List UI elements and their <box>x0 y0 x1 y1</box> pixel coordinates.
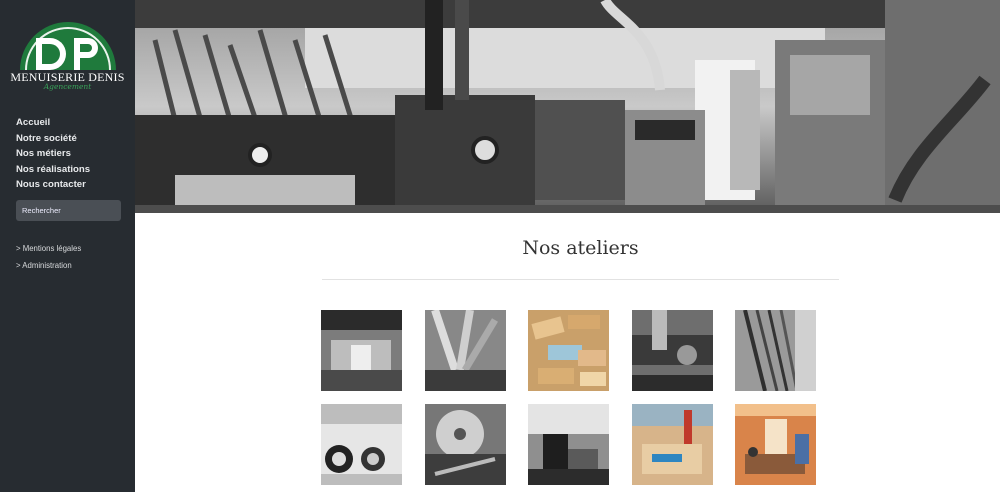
machine-rollers-photo <box>321 404 402 485</box>
workshop-hall-photo <box>321 310 402 391</box>
sidebar: MENUISERIE DENIS Agencement Accueil Notr… <box>0 0 135 492</box>
legal-item-mentions: > Mentions légales <box>16 238 81 255</box>
nav-item-contact: Nous contacter <box>16 174 90 190</box>
machine-closeup-photo <box>632 310 713 391</box>
nav-item-metiers: Nos métiers <box>16 143 90 159</box>
saw-blade-photo <box>425 404 506 485</box>
gallery-thumb-4[interactable] <box>632 310 713 391</box>
gallery-thumb-2[interactable] <box>425 310 506 391</box>
gallery-thumb-6[interactable] <box>321 404 402 485</box>
nav-item-accueil: Accueil <box>16 112 90 128</box>
gallery-thumb-8[interactable] <box>528 404 609 485</box>
mentions-legales-link[interactable]: > Mentions légales <box>16 244 81 253</box>
gallery-thumb-5[interactable] <box>735 310 816 391</box>
lumber-rack-photo <box>735 310 816 391</box>
gallery-thumb-7[interactable] <box>425 404 506 485</box>
workbench-clamps-photo <box>632 404 713 485</box>
search-placeholder: Rechercher <box>22 206 61 215</box>
title-divider <box>322 279 839 280</box>
nav-item-realisations: Nos réalisations <box>16 159 90 175</box>
router-machine-photo <box>528 404 609 485</box>
nav-link-metiers[interactable]: Nos métiers <box>16 148 71 159</box>
administration-link[interactable]: > Administration <box>16 261 72 270</box>
gallery-thumb-9[interactable] <box>632 404 713 485</box>
workshop-banner-photo <box>135 0 1000 213</box>
logo-emblem-icon <box>20 22 116 71</box>
page-title: Nos ateliers <box>522 237 639 259</box>
wood-blocks-photo <box>528 310 609 391</box>
nav-link-societe[interactable]: Notre société <box>16 133 77 144</box>
brand-tagline: Agencement <box>43 82 92 91</box>
main-nav: Accueil Notre société Nos métiers Nos ré… <box>16 112 90 190</box>
gallery-thumb-1[interactable] <box>321 310 402 391</box>
nav-link-realisations[interactable]: Nos réalisations <box>16 164 90 175</box>
legal-item-admin: > Administration <box>16 255 81 272</box>
nav-item-societe: Notre société <box>16 128 90 144</box>
search-input[interactable]: Rechercher <box>16 200 121 221</box>
gallery-thumb-3[interactable] <box>528 310 609 391</box>
office-interior-photo <box>735 404 816 485</box>
nav-link-contact[interactable]: Nous contacter <box>16 179 86 190</box>
dust-extraction-pipes-photo <box>425 310 506 391</box>
legal-links: > Mentions légales > Administration <box>16 238 81 272</box>
gallery-thumb-10[interactable] <box>735 404 816 485</box>
nav-link-accueil[interactable]: Accueil <box>16 117 50 128</box>
